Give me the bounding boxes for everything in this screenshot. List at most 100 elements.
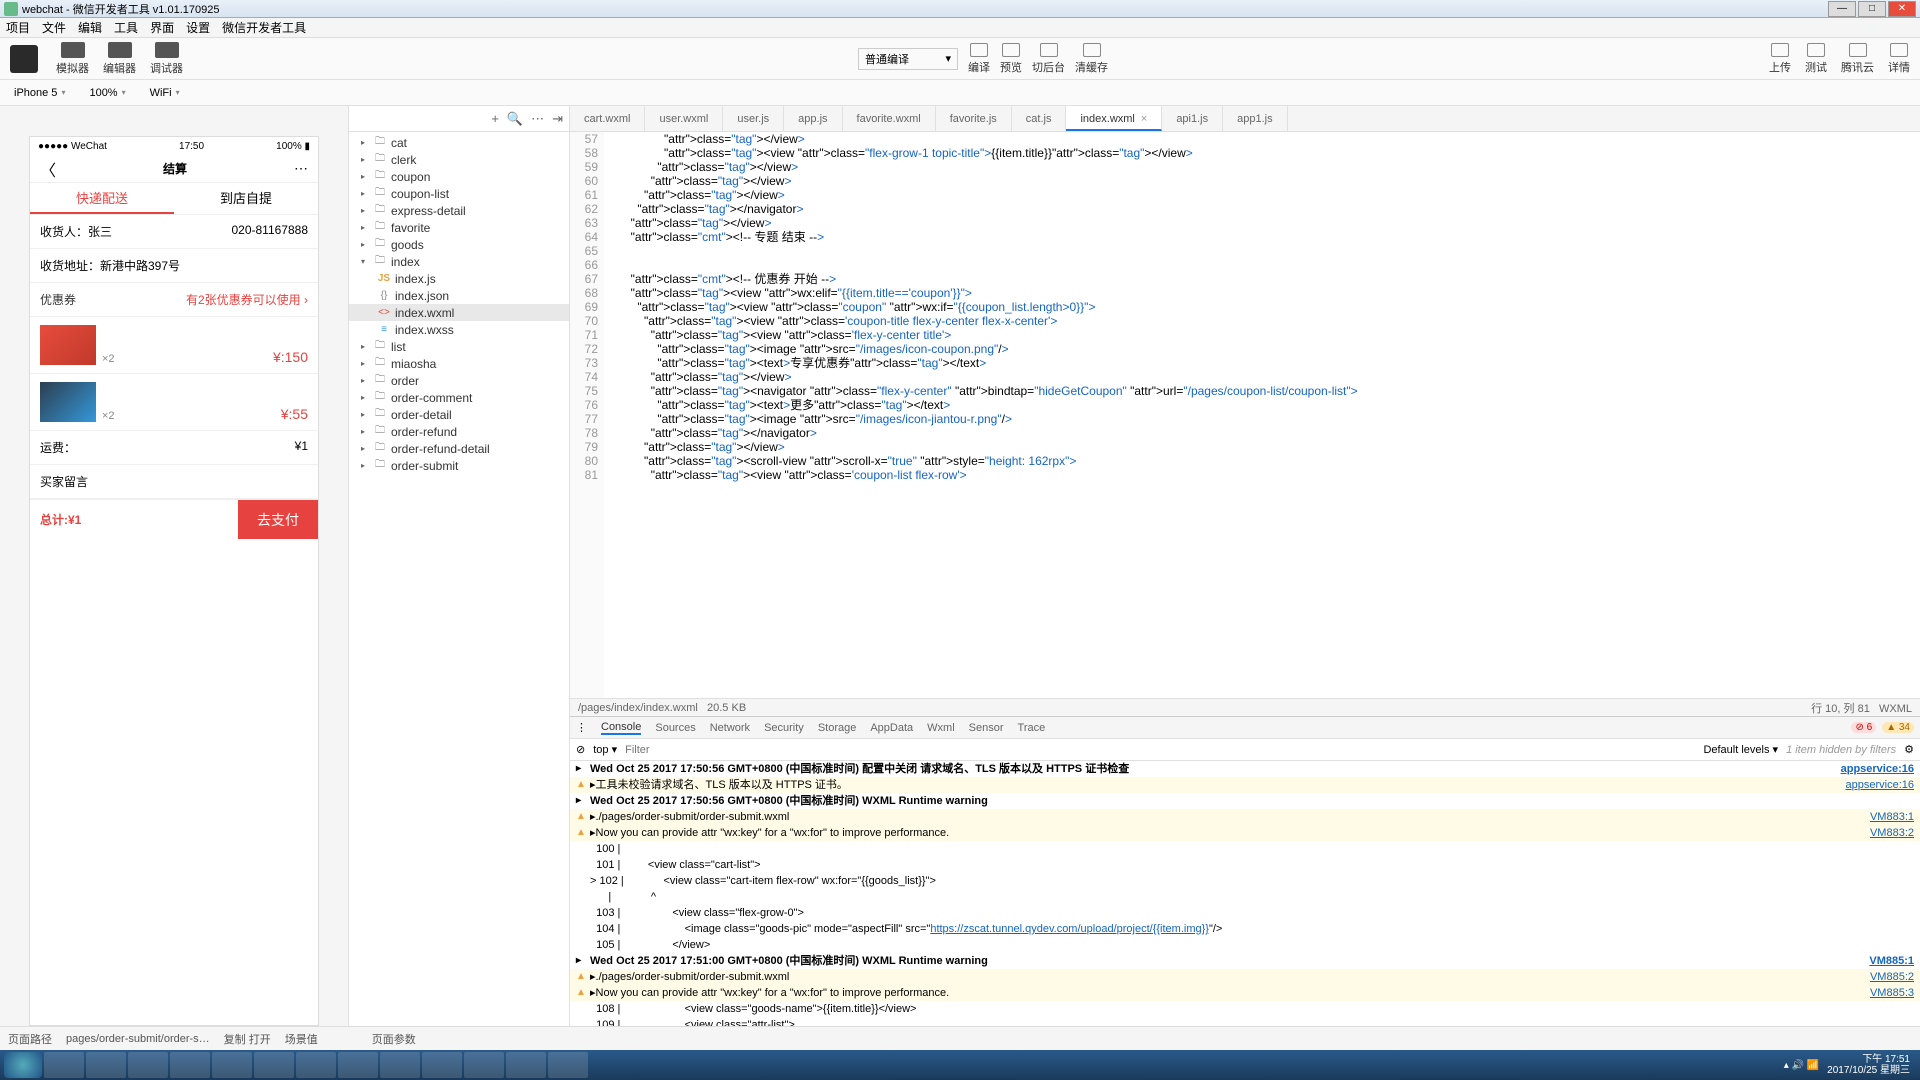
network-select[interactable]: WiFi [144, 85, 186, 101]
menu-file[interactable]: 文件 [42, 19, 66, 36]
tab-wxml[interactable]: Wxml [927, 722, 955, 734]
taskbar-item[interactable] [128, 1052, 168, 1078]
folder-node[interactable]: ▸🗀order-detail [349, 406, 569, 423]
clear-console-icon[interactable]: ⊘ [576, 743, 585, 756]
debugger-toggle[interactable]: 调试器 [150, 42, 183, 76]
editor-tab[interactable]: api1.js [1162, 106, 1223, 131]
maximize-button[interactable]: □ [1858, 1, 1886, 17]
editor-tab[interactable]: app1.js [1223, 106, 1287, 131]
warning-count-badge[interactable]: ▲ 34 [1882, 722, 1914, 733]
menu-edit[interactable]: 编辑 [78, 19, 102, 36]
tab-sources[interactable]: Sources [655, 722, 695, 734]
taskbar-item[interactable] [44, 1052, 84, 1078]
folder-node[interactable]: ▸🗀goods [349, 236, 569, 253]
minimize-button[interactable]: — [1828, 1, 1856, 17]
folder-node[interactable]: ▸🗀order-comment [349, 389, 569, 406]
compile-button[interactable]: 编译 [968, 43, 990, 75]
taskbar-item[interactable] [464, 1052, 504, 1078]
tab-trace[interactable]: Trace [1018, 722, 1046, 734]
collapse-icon[interactable]: ⇥ [552, 111, 563, 127]
test-button[interactable]: 测试 [1805, 43, 1827, 75]
taskbar-item[interactable] [254, 1052, 294, 1078]
taskbar-item[interactable] [506, 1052, 546, 1078]
editor-tab[interactable]: cart.wxml [570, 106, 645, 131]
system-clock[interactable]: 下午 17:51 2017/10/25 星期三 [1827, 1054, 1910, 1076]
device-select[interactable]: iPhone 5 [8, 85, 71, 101]
folder-node[interactable]: ▸🗀list [349, 338, 569, 355]
file-node[interactable]: ≡index.wxss [349, 321, 569, 338]
folder-node[interactable]: ▸🗀favorite [349, 219, 569, 236]
back-icon[interactable]: 〈 [40, 157, 56, 181]
preview-button[interactable]: 预览 [1000, 43, 1022, 75]
file-node[interactable]: <>index.wxml [349, 304, 569, 321]
folder-node[interactable]: ▸🗀coupon-list [349, 185, 569, 202]
editor-tab[interactable]: app.js [784, 106, 842, 131]
tab-appdata[interactable]: AppData [870, 722, 913, 734]
editor-tab[interactable]: cat.js [1012, 106, 1067, 131]
taskbar-item[interactable] [338, 1052, 378, 1078]
menu-project[interactable]: 项目 [6, 19, 30, 36]
editor-tab[interactable]: index.wxml× [1066, 106, 1162, 131]
coupon-row[interactable]: 优惠券 有2张优惠券可以使用 › [30, 283, 318, 317]
level-select[interactable]: Default levels ▾ [1703, 743, 1778, 756]
folder-node[interactable]: ▸🗀cat [349, 134, 569, 151]
details-button[interactable]: 详情 [1888, 43, 1910, 75]
more-options-icon[interactable]: ⋯ [531, 111, 544, 127]
taskbar-item[interactable] [422, 1052, 462, 1078]
folder-node[interactable]: ▾🗀index [349, 253, 569, 270]
recipient-row[interactable]: 收货人：张三 020-81167888 [30, 215, 318, 249]
console-output[interactable]: ▸Wed Oct 25 2017 17:50:56 GMT+0800 (中国标准… [570, 761, 1920, 1026]
taskbar-item[interactable] [296, 1052, 336, 1078]
folder-node[interactable]: ▸🗀miaosha [349, 355, 569, 372]
cloud-button[interactable]: 腾讯云 [1841, 43, 1874, 75]
editor-tab[interactable]: favorite.wxml [843, 106, 936, 131]
taskbar-item[interactable] [86, 1052, 126, 1078]
pay-button[interactable]: 去支付 [238, 500, 318, 539]
compile-mode-select[interactable]: 普通编译▾ [858, 48, 958, 70]
tab-delivery[interactable]: 快递配送 [30, 183, 174, 214]
menu-settings[interactable]: 设置 [186, 19, 210, 36]
tab-network[interactable]: Network [710, 722, 750, 734]
tray-icons[interactable]: ▴ 🔊 📶 [1784, 1060, 1819, 1071]
context-select[interactable]: top ▾ [593, 743, 617, 756]
folder-node[interactable]: ▸🗀order-submit [349, 457, 569, 474]
folder-node[interactable]: ▸🗀order [349, 372, 569, 389]
folder-node[interactable]: ▸🗀express-detail [349, 202, 569, 219]
file-node[interactable]: {}index.json [349, 287, 569, 304]
menu-devtools[interactable]: 微信开发者工具 [222, 19, 306, 36]
code-content[interactable]: "attr">class="tag"></view> "attr">class=… [604, 132, 1920, 698]
tab-pickup[interactable]: 到店自提 [174, 183, 318, 214]
search-icon[interactable]: 🔍 [507, 111, 523, 127]
simulator-toggle[interactable]: 模拟器 [56, 42, 89, 76]
menu-interface[interactable]: 界面 [150, 19, 174, 36]
folder-node[interactable]: ▸🗀coupon [349, 168, 569, 185]
taskbar-item[interactable] [212, 1052, 252, 1078]
taskbar-item[interactable] [548, 1052, 588, 1078]
editor-toggle[interactable]: 编辑器 [103, 42, 136, 76]
filter-input[interactable] [625, 744, 1695, 756]
folder-node[interactable]: ▸🗀clerk [349, 151, 569, 168]
new-file-icon[interactable]: + [491, 111, 499, 126]
devtools-menu-icon[interactable]: ⋮ [576, 721, 587, 734]
taskbar-item[interactable] [170, 1052, 210, 1078]
upload-button[interactable]: 上传 [1769, 43, 1791, 75]
error-count-badge[interactable]: ⊘ 6 [1851, 722, 1876, 733]
menu-tools[interactable]: 工具 [114, 19, 138, 36]
start-button[interactable] [4, 1052, 42, 1078]
close-button[interactable]: ✕ [1888, 1, 1916, 17]
tab-security[interactable]: Security [764, 722, 804, 734]
taskbar-item[interactable] [380, 1052, 420, 1078]
clear-cache-button[interactable]: 清缓存 [1075, 43, 1108, 75]
editor-tab[interactable]: user.js [723, 106, 784, 131]
folder-node[interactable]: ▸🗀order-refund [349, 423, 569, 440]
tab-console[interactable]: Console [601, 721, 641, 735]
zoom-select[interactable]: 100% [83, 85, 131, 101]
file-node[interactable]: JSindex.js [349, 270, 569, 287]
background-button[interactable]: 切后台 [1032, 43, 1065, 75]
note-row[interactable]: 买家留言 [30, 465, 318, 499]
editor-tab[interactable]: favorite.js [936, 106, 1012, 131]
console-settings-icon[interactable]: ⚙ [1904, 743, 1914, 756]
folder-node[interactable]: ▸🗀order-refund-detail [349, 440, 569, 457]
more-icon[interactable]: ⋯ [294, 160, 308, 177]
tab-sensor[interactable]: Sensor [969, 722, 1004, 734]
